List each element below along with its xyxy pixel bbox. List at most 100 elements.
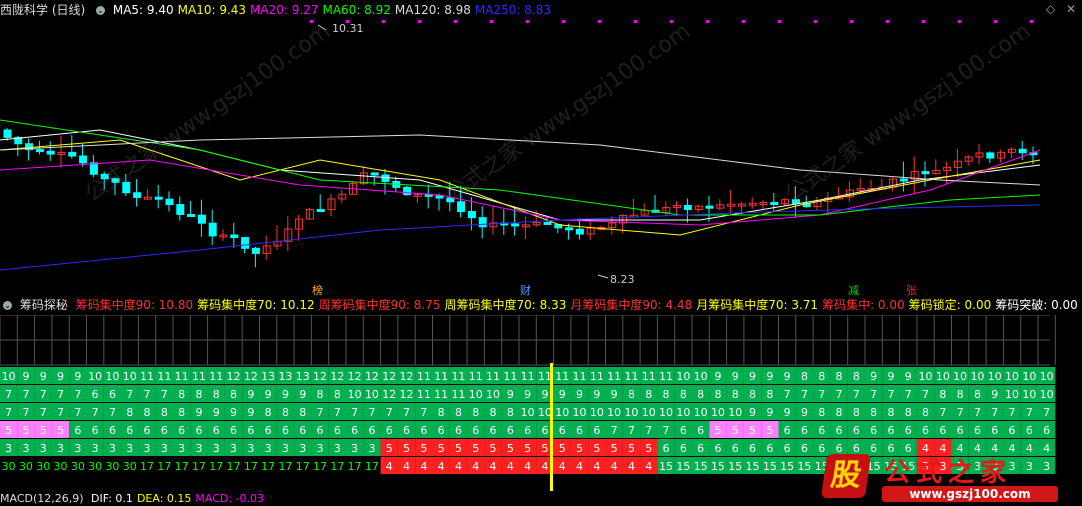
chip-title[interactable]: 筹码探秘 <box>20 298 68 312</box>
chip-cell-value: 12 <box>313 370 327 383</box>
chip-cell-value: 8 <box>836 370 843 383</box>
chip-cell-value: 8 <box>230 388 237 401</box>
chip-cell-value: 10 <box>936 370 950 383</box>
chip-cell-value: 10 <box>642 406 656 419</box>
signal-dot <box>526 20 529 23</box>
candle-body <box>1019 149 1026 153</box>
candle-body <box>900 179 907 181</box>
chip-cell-value: 11 <box>573 370 587 383</box>
chip-cell-value: 12 <box>365 370 379 383</box>
macd-value-0: DIF: 0.1 <box>91 492 133 505</box>
chip-cell-value: 5 <box>22 424 29 437</box>
chip-cell-value: 9 <box>74 370 81 383</box>
chip-cell-value: 6 <box>887 424 894 437</box>
chip-cell-value: 7 <box>57 388 64 401</box>
chip-value-5: 月筹码集中度70: 3.71 <box>696 298 818 312</box>
chip-cell-value: 6 <box>749 442 756 455</box>
chip-cell-value: 30 <box>2 460 16 473</box>
chip-cell-value: 5 <box>490 442 497 455</box>
chip-cell-value: 6 <box>922 424 929 437</box>
chip-cell-value: 7 <box>109 406 116 419</box>
chip-cell-value: 4 <box>438 460 445 473</box>
ma-value-1: MA10: 9.43 <box>178 3 246 17</box>
candle-body <box>317 210 324 212</box>
close-icon[interactable]: ✕ <box>1066 2 1076 16</box>
chip-cell-value: 7 <box>939 406 946 419</box>
chip-cell-value: 10 <box>555 406 569 419</box>
chip-cell-value: 6 <box>92 388 99 401</box>
chip-cell-value: 7 <box>334 406 341 419</box>
chip-cell-value: 17 <box>330 460 344 473</box>
candle-body <box>512 224 519 226</box>
chip-cell-value: 5 <box>541 442 548 455</box>
chip-cell-value: 7 <box>991 406 998 419</box>
chip-cell-value: 7 <box>1026 406 1033 419</box>
chip-cell-value: 8 <box>697 388 704 401</box>
ma-value-4: MA120: 8.98 <box>395 3 471 17</box>
chip-cell-value: 6 <box>438 424 445 437</box>
chip-cell-value: 8 <box>663 388 670 401</box>
macd-title[interactable]: MACD(12,26,9) <box>0 492 84 505</box>
chip-cell-value: 10 <box>521 406 535 419</box>
chip-cell-value: 6 <box>144 424 151 437</box>
chip-cell-value: 9 <box>507 388 514 401</box>
chip-cell-value: 10 <box>659 406 673 419</box>
signal-dot <box>634 20 637 23</box>
chip-cell-value: 8 <box>974 388 981 401</box>
chip-cell-value: 5 <box>645 442 652 455</box>
chip-cell-value: 11 <box>417 370 431 383</box>
chip-cell-value: 6 <box>351 424 358 437</box>
chip-cell-value: 7 <box>853 388 860 401</box>
signal-dot <box>778 20 781 23</box>
chip-cell-value: 12 <box>244 370 258 383</box>
chip-cell-value: 12 <box>348 370 362 383</box>
chip-cell-value: 15 <box>797 460 811 473</box>
chip-cell-value: 10 <box>538 406 552 419</box>
chip-cell-value: 17 <box>244 460 258 473</box>
chip-cell-value: 11 <box>451 388 465 401</box>
stock-title[interactable]: 西陇科学 (日线) <box>0 3 85 17</box>
chip-value-8: 筹码突破: 0.00 <box>995 298 1078 312</box>
candle-body <box>47 151 54 154</box>
chip-cell-value: 10 <box>711 406 725 419</box>
chip-cell-value: 9 <box>732 370 739 383</box>
signal-dot <box>850 20 853 23</box>
collapse-icon[interactable]: ⌄ <box>96 6 105 15</box>
chip-cell-value: 6 <box>818 424 825 437</box>
chip-value-3: 周筹码集中度70: 8.33 <box>445 298 567 312</box>
chip-cell-value: 5 <box>714 424 721 437</box>
chip-cell-value: 11 <box>503 370 517 383</box>
chip-cell-value: 5 <box>524 442 531 455</box>
chip-cell-value: 11 <box>607 370 621 383</box>
chip-cell-value: 10 <box>486 388 500 401</box>
chip-cell-value: 17 <box>227 460 241 473</box>
signal-dot <box>886 20 889 23</box>
chip-cell-value: 6 <box>472 424 479 437</box>
chip-cell-value: 10 <box>573 406 587 419</box>
ma-value-0: MA5: 9.40 <box>113 3 174 17</box>
logo-badge: 股 <box>821 454 871 498</box>
chip-cell-value: 17 <box>157 460 171 473</box>
chip-cell-value: 8 <box>213 388 220 401</box>
chip-cell-value: 7 <box>57 406 64 419</box>
chip-cell-value: 30 <box>88 460 102 473</box>
chip-cell-value: 6 <box>368 424 375 437</box>
chip-value-1: 筹码集中度70: 10.12 <box>197 298 314 312</box>
chip-cell-value: 8 <box>161 406 168 419</box>
chip-cell-value: 7 <box>144 388 151 401</box>
chip-cell-value: 15 <box>676 460 690 473</box>
chip-cell-value: 6 <box>680 442 687 455</box>
chip-cell-value: 8 <box>836 406 843 419</box>
chip-cell-value: 4 <box>524 460 531 473</box>
chip-cell-value: 6 <box>334 424 341 437</box>
diamond-icon[interactable]: ◇ <box>1046 2 1055 16</box>
collapse-icon[interactable]: ⌄ <box>3 301 12 310</box>
chip-cell-value: 3 <box>109 442 116 455</box>
chip-cell-value: 11 <box>486 370 500 383</box>
chip-cell-value: 4 <box>507 460 514 473</box>
chip-cell-value: 6 <box>714 442 721 455</box>
chip-cell-value: 12 <box>227 370 241 383</box>
chip-cell-value: 6 <box>126 424 133 437</box>
chip-cell-value: 11 <box>590 370 604 383</box>
chip-cell-value: 9 <box>749 406 756 419</box>
